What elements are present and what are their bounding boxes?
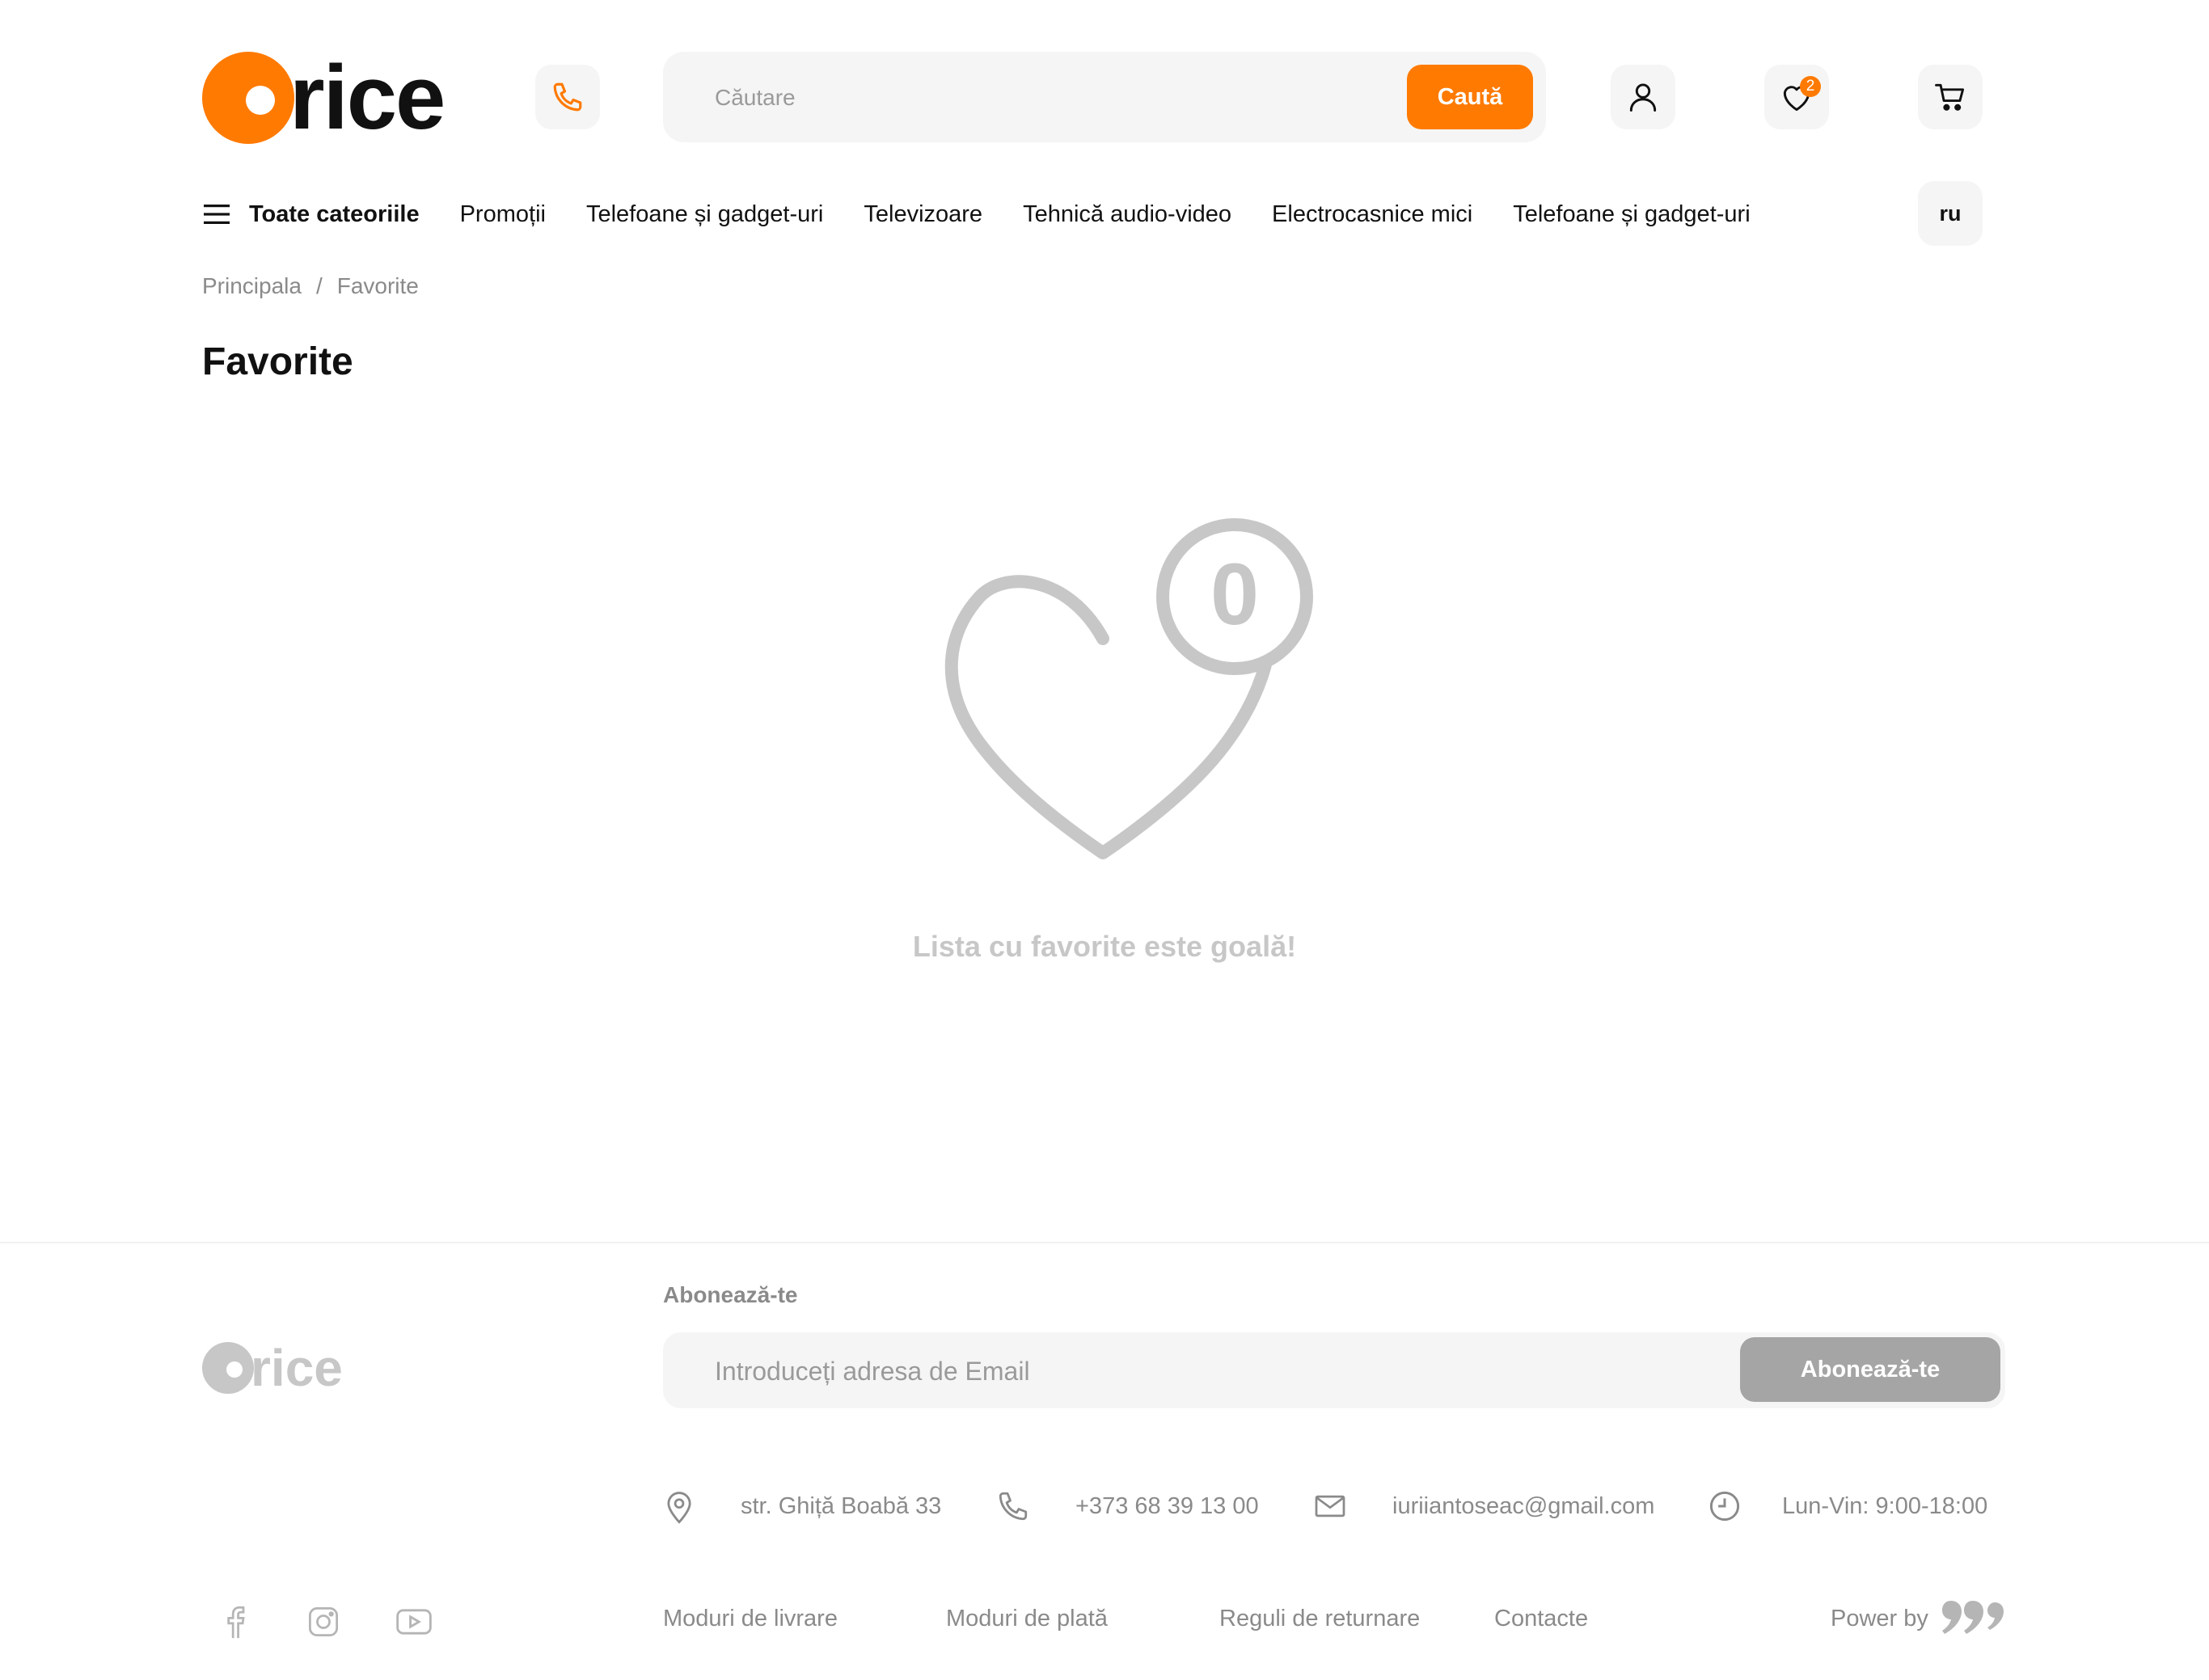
footer-link-payment[interactable]: Moduri de plată: [946, 1606, 1108, 1632]
search-input[interactable]: [713, 52, 1444, 144]
phone-icon: [553, 82, 582, 112]
footer-logo-text: rice: [251, 1339, 343, 1397]
subscribe-button[interactable]: Abonează-te: [1740, 1337, 2000, 1402]
instagram-link[interactable]: [304, 1602, 343, 1641]
search-bar: Caută: [663, 52, 1546, 144]
logo-mark: [202, 52, 294, 144]
account-button[interactable]: [1611, 65, 1675, 129]
breadcrumb-home[interactable]: Principala: [202, 273, 302, 299]
user-icon: [1629, 83, 1657, 112]
email-text: iuriiantoseac@gmail.com: [1392, 1492, 1655, 1519]
email-input[interactable]: [713, 1332, 1687, 1410]
language-switcher[interactable]: ru: [1918, 181, 1983, 246]
instagram-icon: [308, 1606, 339, 1637]
footer-link-delivery[interactable]: Moduri de livrare: [663, 1606, 838, 1632]
mail-icon: [1315, 1495, 1345, 1517]
phone-text: +373 68 39 13 00: [1075, 1492, 1259, 1519]
favorites-count-badge: 2: [1800, 76, 1821, 97]
developer-logo-icon: [1941, 1601, 2004, 1634]
location-pin-icon: [667, 1492, 691, 1524]
all-categories-button[interactable]: Toate cateoriile: [202, 201, 420, 228]
contact-phone[interactable]: +373 68 39 13 00: [996, 1486, 1259, 1526]
contact-address: str. Ghiță Boabă 33: [663, 1486, 941, 1526]
logo-text: rice: [289, 47, 446, 148]
breadcrumb: Principala / Favorite: [202, 273, 419, 299]
footer-link-returns[interactable]: Reguli de returnare: [1219, 1606, 1420, 1632]
footer-divider: [0, 1242, 2209, 1243]
cart-icon: [1935, 83, 1965, 111]
youtube-icon: [396, 1609, 432, 1635]
footer-link-contacts[interactable]: Contacte: [1494, 1606, 1588, 1632]
empty-favorites-heart-icon: 0: [944, 518, 1313, 859]
empty-count: 0: [1210, 545, 1259, 643]
breadcrumb-current: Favorite: [336, 273, 419, 298]
address-text: str. Ghiță Boabă 33: [741, 1492, 942, 1519]
subscribe-label: Abonează-te: [663, 1282, 798, 1307]
footer-logo[interactable]: rice: [202, 1342, 343, 1394]
facebook-link[interactable]: [215, 1602, 254, 1641]
facebook-icon: [227, 1606, 245, 1639]
nav-item-small-appliances[interactable]: Electrocasnice mici: [1272, 201, 1472, 228]
subscribe-form: Abonează-te: [663, 1332, 2005, 1410]
all-categories-label: Toate cateoriile: [249, 201, 420, 227]
footer-logo-mark: [202, 1342, 254, 1394]
nav-item-audio-video[interactable]: Tehnică audio-video: [1023, 201, 1231, 228]
cart-button[interactable]: [1918, 65, 1983, 129]
nav-item-tvs[interactable]: Televizoare: [864, 201, 982, 228]
main-nav: Toate cateoriile Promoții Telefoane și g…: [202, 194, 1791, 234]
contact-hours: Lun-Vin: 9:00-18:00: [1708, 1486, 1987, 1526]
favorites-button[interactable]: 2: [1764, 65, 1829, 129]
nav-item-promotions[interactable]: Promoții: [460, 201, 546, 228]
clock-icon: [1709, 1491, 1740, 1522]
logo[interactable]: rice: [202, 47, 446, 148]
nav-item-phones-2[interactable]: Telefoane și gadget-uri: [1513, 201, 1750, 228]
hours-text: Lun-Vin: 9:00-18:00: [1782, 1492, 1988, 1519]
menu-icon: [204, 205, 230, 224]
phone-button[interactable]: [535, 65, 600, 129]
empty-message: Lista cu favorite este goală!: [912, 930, 1297, 963]
page-title: Favorite: [202, 340, 353, 383]
breadcrumb-separator: /: [315, 273, 323, 298]
search-button[interactable]: Caută: [1407, 65, 1533, 129]
youtube-link[interactable]: [395, 1602, 433, 1641]
contact-email[interactable]: iuriiantoseac@gmail.com: [1313, 1486, 1654, 1526]
phone-icon: [999, 1492, 1028, 1521]
nav-item-phones[interactable]: Telefoane și gadget-uri: [586, 201, 823, 228]
powered-by[interactable]: Power by: [1831, 1598, 2006, 1640]
powered-by-label: Power by: [1831, 1605, 1928, 1631]
